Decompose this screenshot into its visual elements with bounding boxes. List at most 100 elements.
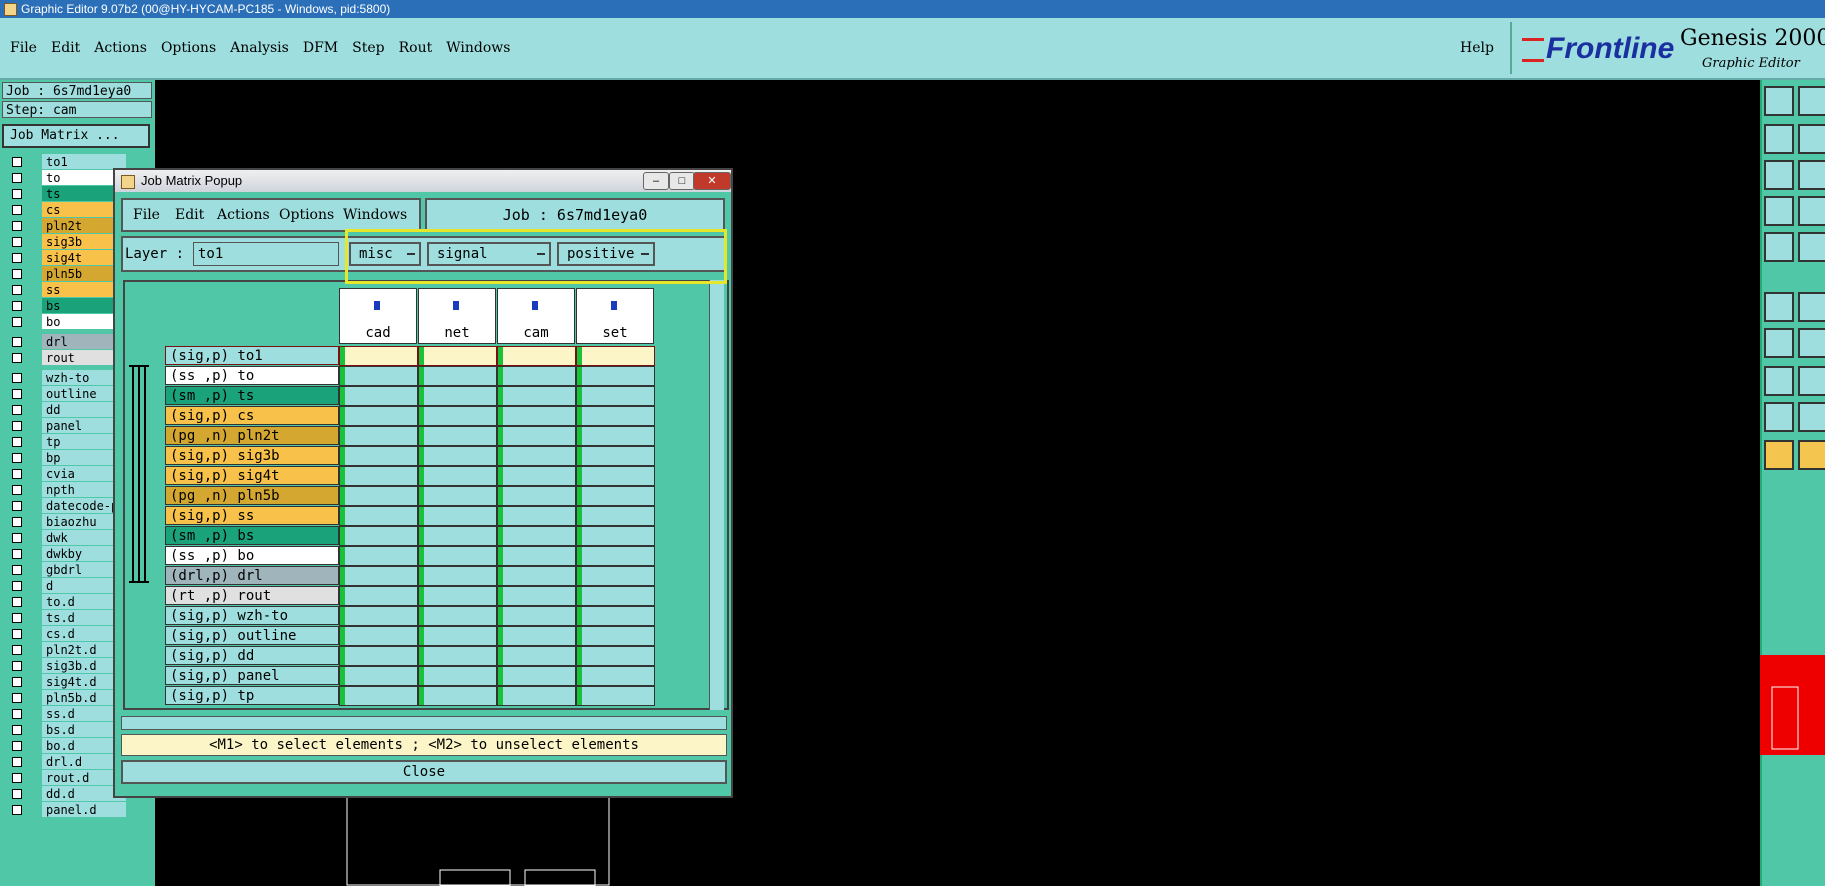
matrix-cell[interactable] <box>576 386 655 406</box>
layer-checkbox[interactable] <box>12 709 22 719</box>
toolbar-tool-icon[interactable] <box>1798 366 1825 396</box>
layer-list-item[interactable]: cvia <box>6 466 126 482</box>
matrix-cell[interactable] <box>339 446 418 466</box>
toolbar-tool-icon[interactable] <box>1764 160 1794 190</box>
layer-checkbox[interactable] <box>12 597 22 607</box>
layer-list-item[interactable]: outline <box>6 386 126 402</box>
layer-checkbox[interactable] <box>12 389 22 399</box>
matrix-cell[interactable] <box>497 566 576 586</box>
matrix-layer-label[interactable]: (sig,p) dd <box>165 646 339 665</box>
layer-checkbox[interactable] <box>12 421 22 431</box>
toolbar-tool-icon[interactable] <box>1798 402 1825 432</box>
layer-checkbox[interactable] <box>12 405 22 415</box>
matrix-cell[interactable] <box>339 686 418 706</box>
layer-list-item[interactable]: pln2t <box>6 218 126 234</box>
matrix-cell[interactable] <box>576 666 655 686</box>
matrix-cell[interactable] <box>576 606 655 626</box>
matrix-layer-label[interactable]: (rt ,p) rout <box>165 586 339 605</box>
matrix-cell[interactable] <box>339 646 418 666</box>
matrix-layer-label[interactable]: (pg ,n) pln5b <box>165 486 339 505</box>
close-button[interactable]: Close <box>121 760 727 784</box>
layer-checkbox[interactable] <box>12 189 22 199</box>
layer-list-item[interactable]: wzh-to <box>6 370 126 386</box>
layer-list-item[interactable]: dd.d <box>6 786 126 802</box>
layer-checkbox[interactable] <box>12 205 22 215</box>
matrix-cell[interactable] <box>418 686 497 706</box>
matrix-layer-label[interactable]: (sm ,p) bs <box>165 526 339 545</box>
layer-list-item[interactable]: gbdrl <box>6 562 126 578</box>
layer-checkbox[interactable] <box>12 757 22 767</box>
matrix-cell[interactable] <box>418 546 497 566</box>
layer-checkbox[interactable] <box>12 725 22 735</box>
matrix-cell[interactable] <box>576 686 655 706</box>
horizontal-scrollbar[interactable] <box>121 716 727 730</box>
toolbar-tool-icon[interactable] <box>1798 328 1825 358</box>
minimize-button[interactable]: – <box>643 172 669 190</box>
layer-list-item[interactable]: npth <box>6 482 126 498</box>
layer-checkbox[interactable] <box>12 677 22 687</box>
matrix-cell[interactable] <box>497 626 576 646</box>
help-menu[interactable]: Help <box>1460 40 1494 56</box>
layer-checkbox[interactable] <box>12 501 22 511</box>
matrix-cell[interactable] <box>576 486 655 506</box>
matrix-cell[interactable] <box>576 546 655 566</box>
menu-rout[interactable]: Rout <box>399 40 433 56</box>
layer-checkbox[interactable] <box>12 469 22 479</box>
step-header-cad[interactable]: cad <box>339 288 417 344</box>
layer-list-item[interactable]: bs.d <box>6 722 126 738</box>
matrix-cell[interactable] <box>418 346 497 366</box>
vertical-scrollbar[interactable] <box>709 280 724 710</box>
layer-checkbox[interactable] <box>12 301 22 311</box>
matrix-cell[interactable] <box>418 386 497 406</box>
matrix-layer-label[interactable]: (ss ,p) to <box>165 366 339 385</box>
toolbar-tool-icon[interactable] <box>1764 402 1794 432</box>
layer-list-item[interactable]: panel <box>6 418 126 434</box>
matrix-cell[interactable] <box>497 466 576 486</box>
matrix-cell[interactable] <box>497 386 576 406</box>
matrix-cell[interactable] <box>418 366 497 386</box>
matrix-layer-label[interactable]: (pg ,n) pln2t <box>165 426 339 445</box>
layer-list-item[interactable]: panel.d <box>6 802 126 818</box>
layer-checkbox[interactable] <box>12 661 22 671</box>
layer-list-item[interactable]: pln5b.d <box>6 690 126 706</box>
popup-menu-windows[interactable]: Windows <box>343 207 407 223</box>
toolbar-tool-icon[interactable] <box>1764 196 1794 226</box>
matrix-layer-label[interactable]: (drl,p) drl <box>165 566 339 585</box>
matrix-layer-label[interactable]: (sm ,p) ts <box>165 386 339 405</box>
matrix-cell[interactable] <box>497 426 576 446</box>
popup-menu-actions[interactable]: Actions <box>217 207 270 223</box>
polarity-dropdown[interactable]: positive <box>557 242 655 266</box>
layer-checkbox[interactable] <box>12 629 22 639</box>
menu-options[interactable]: Options <box>161 40 216 56</box>
toolbar-tool-icon[interactable] <box>1798 86 1825 116</box>
matrix-cell[interactable] <box>576 366 655 386</box>
matrix-cell[interactable] <box>576 466 655 486</box>
matrix-cell[interactable] <box>418 666 497 686</box>
matrix-cell[interactable] <box>339 466 418 486</box>
matrix-layer-label[interactable]: (sig,p) cs <box>165 406 339 425</box>
matrix-cell[interactable] <box>576 446 655 466</box>
matrix-cell[interactable] <box>418 606 497 626</box>
layer-list-item[interactable]: to <box>6 170 126 186</box>
matrix-cell[interactable] <box>497 346 576 366</box>
matrix-layer-label[interactable]: (sig,p) ss <box>165 506 339 525</box>
matrix-cell[interactable] <box>339 666 418 686</box>
layer-list-item[interactable]: ss.d <box>6 706 126 722</box>
layer-checkbox[interactable] <box>12 173 22 183</box>
menu-edit[interactable]: Edit <box>51 40 80 56</box>
matrix-layer-label[interactable]: (ss ,p) bo <box>165 546 339 565</box>
matrix-cell[interactable] <box>339 506 418 526</box>
maximize-button[interactable]: □ <box>669 172 695 190</box>
layer-checkbox[interactable] <box>12 533 22 543</box>
matrix-cell[interactable] <box>418 406 497 426</box>
menu-windows[interactable]: Windows <box>446 40 510 56</box>
toolbar-tool-icon[interactable] <box>1764 232 1794 262</box>
layer-name-input[interactable]: to1 <box>193 242 339 266</box>
step-header-set[interactable]: set <box>576 288 654 344</box>
matrix-cell[interactable] <box>418 566 497 586</box>
toolbar-tool-icon[interactable] <box>1764 124 1794 154</box>
toolbar-tool-icon[interactable] <box>1798 440 1825 470</box>
layer-checkbox[interactable] <box>12 453 22 463</box>
matrix-cell[interactable] <box>576 346 655 366</box>
menu-actions[interactable]: Actions <box>94 40 147 56</box>
